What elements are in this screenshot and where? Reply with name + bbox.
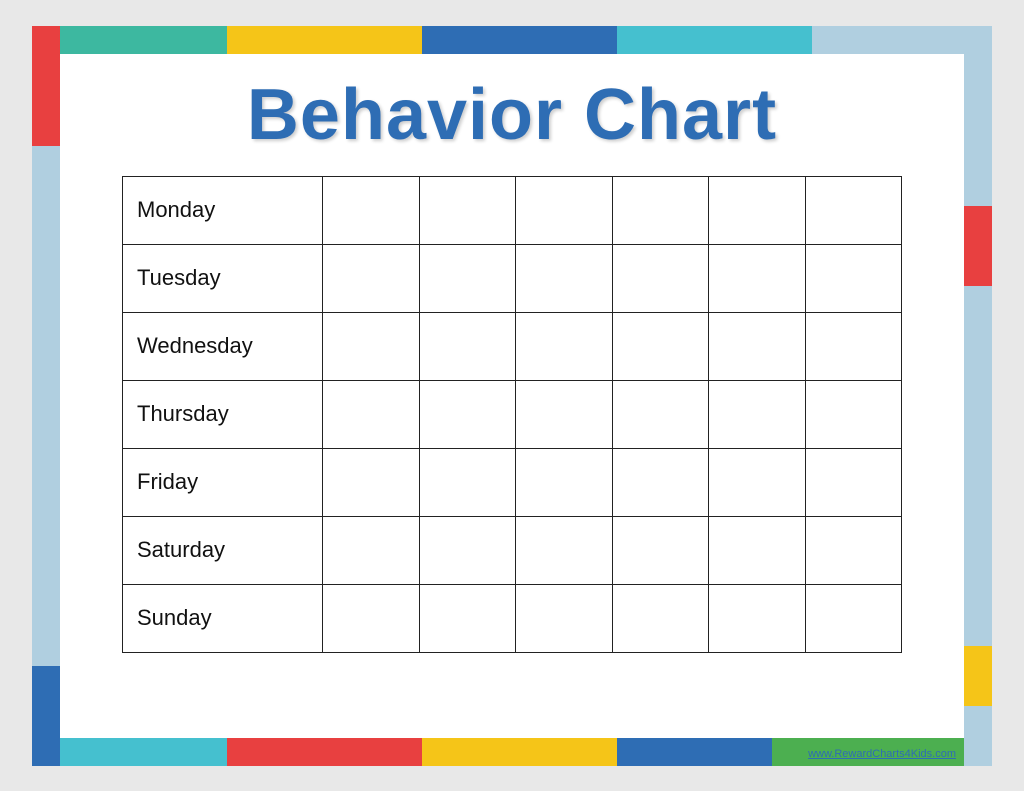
chart-cell[interactable] — [323, 516, 420, 584]
border-top-seg-1 — [32, 26, 227, 54]
chart-cell[interactable] — [709, 516, 806, 584]
table-row: Tuesday — [123, 244, 902, 312]
chart-cell[interactable] — [516, 584, 613, 652]
chart-cell[interactable] — [516, 176, 613, 244]
chart-cell[interactable] — [612, 584, 709, 652]
border-left-seg-1 — [32, 26, 60, 146]
chart-cell[interactable] — [323, 380, 420, 448]
chart-cell[interactable] — [323, 176, 420, 244]
border-top-seg-4 — [617, 26, 812, 54]
day-label: Sunday — [123, 584, 323, 652]
border-bottom-seg-3 — [422, 738, 617, 766]
table-row: Sunday — [123, 584, 902, 652]
content-area: Behavior Chart MondayTuesdayWednesdayThu… — [60, 54, 964, 738]
chart-cell[interactable] — [516, 516, 613, 584]
chart-cell[interactable] — [419, 380, 516, 448]
table-row: Wednesday — [123, 312, 902, 380]
border-right-seg-3 — [964, 286, 992, 646]
border-left-seg-2 — [32, 146, 60, 266]
chart-cell[interactable] — [805, 584, 902, 652]
border-bottom-seg-4 — [617, 738, 772, 766]
page: Behavior Chart MondayTuesdayWednesdayThu… — [32, 26, 992, 766]
border-bottom-seg-1 — [32, 738, 227, 766]
chart-cell[interactable] — [323, 448, 420, 516]
chart-cell[interactable] — [805, 380, 902, 448]
chart-cell[interactable] — [805, 176, 902, 244]
border-left-seg-3 — [32, 266, 60, 666]
chart-cell[interactable] — [805, 448, 902, 516]
chart-cell[interactable] — [805, 312, 902, 380]
chart-cell[interactable] — [612, 176, 709, 244]
chart-cell[interactable] — [419, 312, 516, 380]
chart-cell[interactable] — [612, 448, 709, 516]
chart-cell[interactable] — [323, 244, 420, 312]
day-label: Saturday — [123, 516, 323, 584]
table-row: Saturday — [123, 516, 902, 584]
chart-cell[interactable] — [419, 584, 516, 652]
chart-cell[interactable] — [709, 244, 806, 312]
watermark: www.RewardCharts4Kids.com — [808, 748, 956, 760]
border-right-seg-4 — [964, 646, 992, 706]
table-row: Friday — [123, 448, 902, 516]
chart-cell[interactable] — [612, 244, 709, 312]
chart-cell[interactable] — [612, 312, 709, 380]
chart-cell[interactable] — [805, 244, 902, 312]
day-label: Monday — [123, 176, 323, 244]
border-right-seg-2 — [964, 206, 992, 286]
day-label: Tuesday — [123, 244, 323, 312]
day-label: Wednesday — [123, 312, 323, 380]
chart-cell[interactable] — [516, 312, 613, 380]
chart-cell[interactable] — [419, 176, 516, 244]
chart-cell[interactable] — [516, 448, 613, 516]
day-label: Friday — [123, 448, 323, 516]
border-right-seg-5 — [964, 706, 992, 766]
chart-cell[interactable] — [323, 312, 420, 380]
table-row: Monday — [123, 176, 902, 244]
chart-cell[interactable] — [805, 516, 902, 584]
border-bottom-seg-2 — [227, 738, 422, 766]
border-right — [964, 26, 992, 766]
chart-cell[interactable] — [419, 244, 516, 312]
table-row: Thursday — [123, 380, 902, 448]
chart-cell[interactable] — [323, 584, 420, 652]
chart-cell[interactable] — [612, 516, 709, 584]
page-title: Behavior Chart — [247, 74, 777, 156]
chart-cell[interactable] — [516, 380, 613, 448]
chart-cell[interactable] — [709, 380, 806, 448]
chart-cell[interactable] — [612, 380, 709, 448]
chart-cell[interactable] — [709, 584, 806, 652]
chart-cell[interactable] — [709, 448, 806, 516]
chart-cell[interactable] — [709, 312, 806, 380]
chart-cell[interactable] — [419, 448, 516, 516]
border-left-seg-4 — [32, 666, 60, 766]
behavior-chart-table: MondayTuesdayWednesdayThursdayFridaySatu… — [122, 176, 902, 653]
border-top — [32, 26, 992, 54]
border-top-seg-2 — [227, 26, 422, 54]
chart-cell[interactable] — [709, 176, 806, 244]
day-label: Thursday — [123, 380, 323, 448]
chart-cell[interactable] — [419, 516, 516, 584]
border-top-seg-3 — [422, 26, 617, 54]
border-right-seg-1 — [964, 26, 992, 206]
border-left — [32, 26, 60, 766]
chart-cell[interactable] — [516, 244, 613, 312]
